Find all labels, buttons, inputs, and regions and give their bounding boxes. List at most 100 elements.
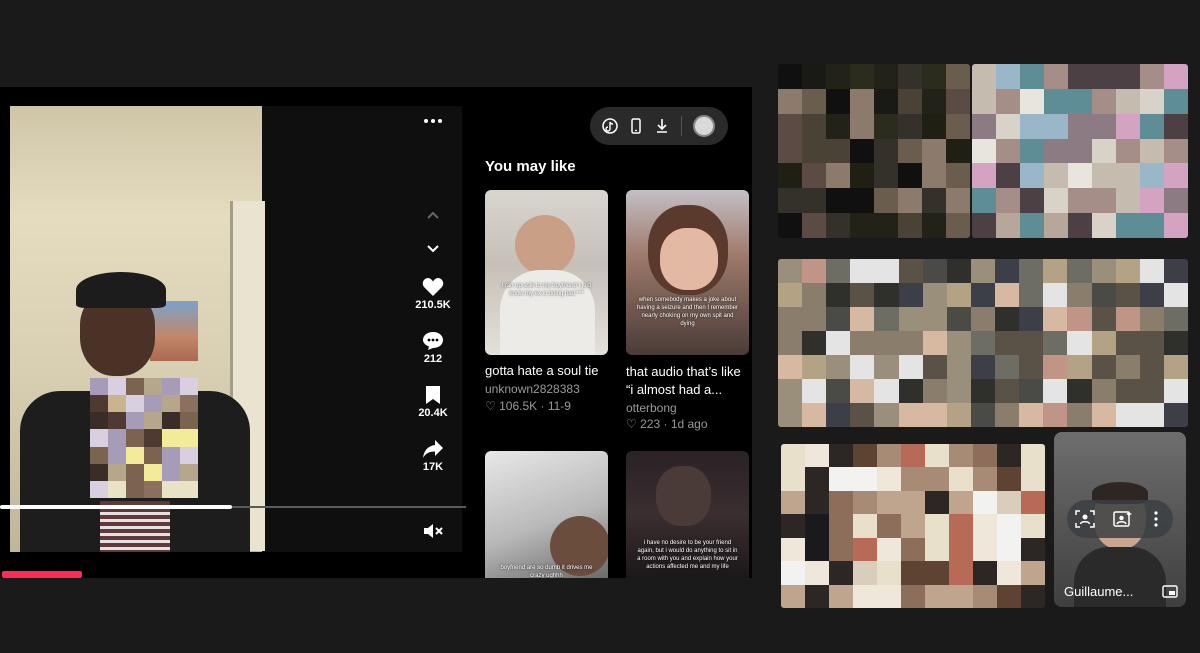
device-icon[interactable] bbox=[627, 117, 645, 135]
card-author[interactable]: unknown2828383 bbox=[485, 382, 580, 396]
avatar[interactable] bbox=[693, 115, 715, 137]
mosaic-cell bbox=[778, 113, 802, 139]
tiktok-icon[interactable] bbox=[601, 117, 619, 135]
participant-tile[interactable] bbox=[781, 444, 1045, 608]
mosaic-cell bbox=[1043, 283, 1068, 307]
card-date: 11-9 bbox=[547, 399, 571, 413]
mosaic-cell bbox=[898, 283, 923, 307]
mosaic-cell bbox=[144, 429, 162, 447]
mute-button[interactable] bbox=[416, 523, 450, 539]
mosaic-cell bbox=[778, 259, 803, 283]
mosaic-cell bbox=[996, 64, 1020, 89]
mosaic-cell bbox=[1091, 379, 1116, 403]
mosaic-cell bbox=[1116, 163, 1140, 189]
card-author[interactable]: otterbong bbox=[626, 401, 677, 415]
video-player[interactable] bbox=[10, 106, 462, 552]
mosaic-cell bbox=[898, 403, 923, 427]
picture-in-picture-icon[interactable] bbox=[1162, 585, 1178, 598]
mosaic-cell bbox=[802, 113, 826, 139]
participant-tile[interactable] bbox=[778, 259, 1188, 427]
edit-background-icon[interactable] bbox=[1113, 510, 1133, 528]
mosaic-cell bbox=[850, 138, 874, 164]
mosaic-cell bbox=[1044, 213, 1068, 238]
mosaic-cell bbox=[922, 64, 946, 89]
mosaic-cell bbox=[973, 561, 997, 585]
mosaic-cell bbox=[90, 480, 108, 498]
card-title[interactable]: that audio that’s like “i almost had a..… bbox=[626, 363, 751, 399]
mosaic-cell bbox=[781, 584, 805, 608]
comment-button[interactable]: 212 bbox=[408, 331, 458, 365]
participant-tile[interactable] bbox=[778, 64, 970, 238]
mosaic-cell bbox=[108, 446, 126, 464]
mosaic-cell bbox=[778, 88, 802, 114]
mosaic-cell bbox=[898, 113, 922, 139]
mosaic-cell bbox=[778, 331, 803, 355]
like-button[interactable]: 210.5K bbox=[408, 277, 458, 311]
mosaic-cell bbox=[874, 113, 898, 139]
mosaic-cell bbox=[1019, 379, 1044, 403]
participant-tile[interactable] bbox=[972, 64, 1188, 238]
video-card-1[interactable]: i ran up aslk to my boyfriend I just kno… bbox=[485, 190, 608, 355]
mosaic-cell bbox=[144, 446, 162, 464]
mosaic-cell bbox=[1043, 331, 1068, 355]
video-card-4[interactable]: i have no desire to be your friend again… bbox=[626, 451, 749, 578]
mosaic-cell bbox=[850, 331, 875, 355]
mosaic-cell bbox=[805, 537, 829, 562]
mosaic-cell bbox=[126, 395, 144, 413]
mosaic-cell bbox=[1092, 213, 1116, 238]
save-button[interactable]: 20.4K bbox=[408, 385, 458, 419]
mosaic-cell bbox=[853, 561, 877, 585]
mosaic-cell bbox=[997, 467, 1021, 491]
mosaic-cell bbox=[901, 444, 925, 468]
mosaic-cell bbox=[802, 188, 826, 214]
mosaic-cell bbox=[1116, 88, 1140, 114]
card-title[interactable]: gotta hate a soul tie bbox=[485, 363, 615, 378]
mosaic-cell bbox=[180, 429, 198, 447]
mosaic-cell bbox=[901, 561, 925, 585]
mosaic-cell bbox=[1043, 259, 1068, 283]
mosaic-cell bbox=[126, 412, 144, 430]
mosaic-cell bbox=[874, 64, 898, 89]
mosaic-cell bbox=[874, 403, 899, 427]
mosaic-cell bbox=[995, 379, 1020, 403]
comment-icon bbox=[423, 332, 443, 350]
share-count: 17K bbox=[422, 461, 444, 473]
like-count: 210.5K bbox=[415, 299, 451, 311]
mosaic-cell bbox=[1019, 283, 1044, 307]
mosaic-cell bbox=[126, 378, 144, 396]
mosaic-cell bbox=[108, 463, 126, 481]
mosaic-cell bbox=[1068, 64, 1092, 89]
share-button[interactable]: 17K bbox=[408, 439, 458, 473]
playback-bar[interactable] bbox=[2, 571, 82, 578]
download-icon[interactable] bbox=[653, 117, 671, 135]
next-video-button[interactable] bbox=[416, 244, 450, 254]
video-card-2[interactable]: when somebody makes a joke about having … bbox=[626, 190, 749, 355]
video-card-3[interactable]: boyfriend are so dumb it drives me crazy… bbox=[485, 451, 608, 578]
mosaic-cell bbox=[805, 514, 829, 538]
mosaic-cell bbox=[1067, 403, 1092, 427]
mosaic-cell bbox=[949, 584, 973, 608]
chevron-up-icon bbox=[427, 211, 439, 219]
more-vert-icon[interactable] bbox=[1153, 511, 1159, 527]
mosaic-cell bbox=[826, 188, 850, 214]
mosaic-cell bbox=[949, 537, 973, 562]
mosaic-cell bbox=[972, 213, 996, 238]
mosaic-cell bbox=[1116, 188, 1140, 214]
mosaic-cell bbox=[850, 259, 875, 283]
mosaic-cell bbox=[826, 138, 850, 164]
mosaic-cell bbox=[901, 490, 925, 515]
mosaic-cell bbox=[778, 188, 802, 214]
mosaic-cell bbox=[1140, 64, 1164, 89]
frame-person-icon[interactable] bbox=[1075, 510, 1095, 528]
mosaic-cell bbox=[802, 283, 827, 307]
mosaic-cell bbox=[946, 64, 970, 89]
mosaic-cell bbox=[802, 213, 826, 238]
mute-icon bbox=[424, 524, 443, 538]
previous-video-button[interactable] bbox=[416, 210, 450, 220]
mosaic-cell bbox=[1091, 283, 1116, 307]
mosaic-cell bbox=[805, 467, 829, 491]
more-button[interactable] bbox=[416, 118, 450, 124]
mosaic-cell bbox=[1115, 307, 1140, 331]
mosaic-cell bbox=[1019, 331, 1044, 355]
mosaic-cell bbox=[946, 163, 970, 189]
